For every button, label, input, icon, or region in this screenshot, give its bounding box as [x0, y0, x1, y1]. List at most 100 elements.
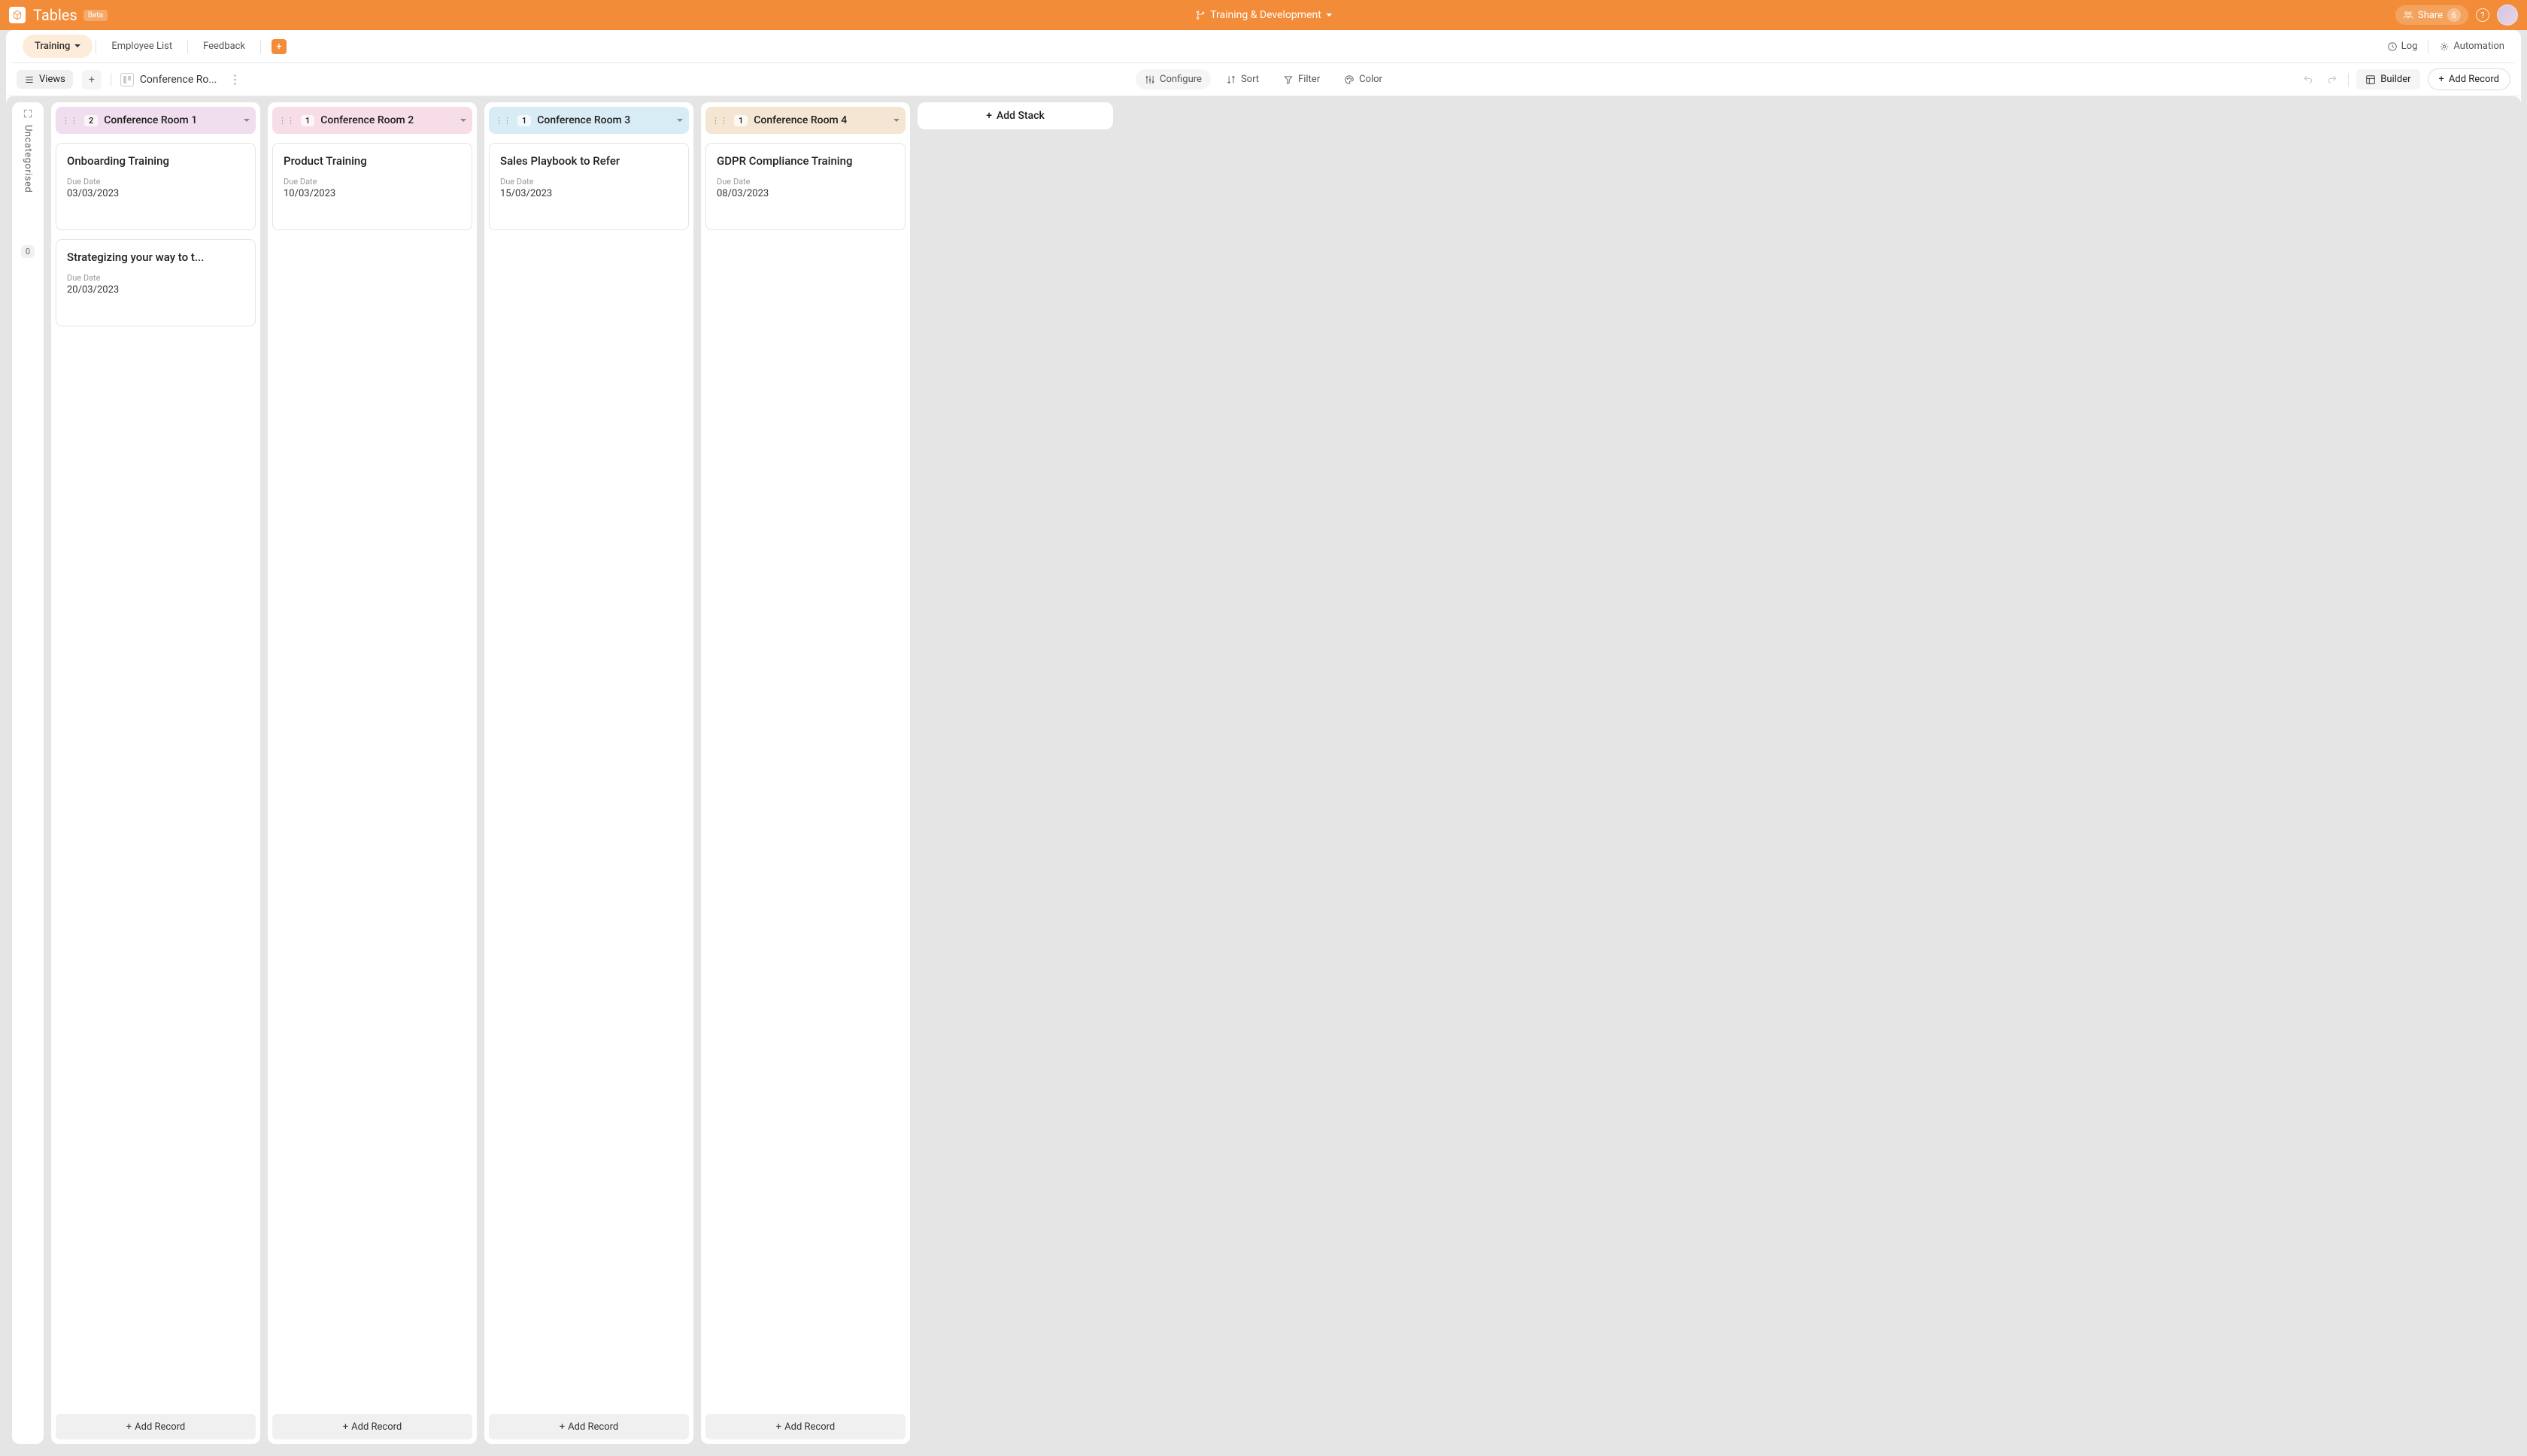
cards-list: Product Training Due Date10/03/2023 — [272, 134, 472, 1409]
undo-icon — [2303, 74, 2313, 85]
plus-icon: + — [776, 1421, 781, 1433]
clock-icon — [2387, 41, 2398, 52]
share-button[interactable]: Share 6 — [2395, 5, 2468, 25]
add-stack-button[interactable]: +Add Stack — [918, 102, 1113, 129]
card[interactable]: GDPR Compliance Training Due Date08/03/20… — [705, 143, 906, 230]
plus-icon: + — [986, 110, 992, 122]
plus-icon: + — [560, 1421, 565, 1433]
help-button[interactable]: ? — [2476, 8, 2489, 22]
filter-button[interactable]: Filter — [1274, 69, 1329, 89]
views-button[interactable]: Views — [17, 70, 73, 89]
people-icon — [2403, 10, 2413, 20]
stack-header[interactable]: ⋮⋮ 2 Conference Room 1 — [56, 107, 256, 134]
beta-badge: Beta — [83, 10, 108, 21]
top-header: Tables Beta Training & Development Share… — [0, 0, 2527, 30]
expand-icon[interactable] — [23, 108, 33, 119]
stack-name: Conference Room 1 — [104, 114, 197, 126]
tab-bar: Training Employee List Feedback + Log Au… — [12, 30, 2515, 63]
undo-button[interactable] — [2300, 71, 2316, 88]
tab-training[interactable]: Training — [23, 35, 93, 58]
log-button[interactable]: Log — [2387, 41, 2418, 52]
branch-icon — [1195, 10, 1206, 20]
stack-header[interactable]: ⋮⋮ 1 Conference Room 2 — [272, 107, 472, 134]
layout-icon — [2365, 74, 2376, 85]
project-switcher[interactable]: Training & Development — [1195, 9, 1332, 21]
card[interactable]: Onboarding TrainingDue Date03/03/2023 — [56, 143, 256, 230]
cards-list: Sales Playbook to ReferDue Date15/03/202… — [489, 134, 689, 1409]
stack-count: 2 — [84, 115, 98, 126]
add-view-button[interactable]: + — [82, 70, 102, 89]
add-record-stack-button[interactable]: +Add Record — [489, 1414, 689, 1439]
due-date-label: Due Date — [284, 177, 461, 187]
app-title: Tables — [33, 6, 77, 24]
board-area: Uncategorised 0 ⋮⋮ 2 Conference Room 1 Onbo… — [6, 96, 2521, 1450]
filter-icon — [1283, 74, 1294, 85]
add-record-button[interactable]: + Add Record — [2428, 68, 2511, 90]
chevron-down-icon[interactable] — [677, 114, 683, 126]
add-tab-button[interactable]: + — [272, 39, 287, 54]
stack-count: 1 — [301, 115, 314, 126]
chevron-down-icon — [74, 41, 80, 52]
list-icon — [24, 74, 35, 85]
card-title: Sales Playbook to Refer — [500, 154, 678, 168]
drag-handle-icon[interactable]: ⋮⋮ — [62, 116, 78, 126]
cards-list: Onboarding TrainingDue Date03/03/2023 Str… — [56, 134, 256, 1409]
stack-header[interactable]: ⋮⋮1Conference Room 3 — [489, 107, 689, 134]
stack-count: 1 — [734, 115, 748, 126]
share-label: Share — [2418, 10, 2443, 21]
stack-name: Conference Room 2 — [320, 114, 414, 126]
app-logo[interactable] — [9, 7, 26, 23]
chevron-down-icon[interactable] — [244, 114, 250, 126]
stack: ⋮⋮1Conference Room 3 Sales Playbook to Re… — [484, 102, 693, 1444]
chevron-down-icon[interactable] — [460, 114, 466, 126]
redo-button[interactable] — [2324, 71, 2340, 88]
stack-header[interactable]: ⋮⋮1Conference Room 4 — [705, 107, 906, 134]
redo-icon — [2327, 74, 2337, 85]
drag-handle-icon[interactable]: ⋮⋮ — [711, 116, 728, 126]
due-date-value: 15/03/2023 — [500, 188, 678, 199]
add-record-stack-button[interactable]: +Add Record — [705, 1414, 906, 1439]
sort-button[interactable]: Sort — [1217, 69, 1268, 89]
palette-icon — [1344, 74, 1355, 85]
plus-icon: + — [126, 1421, 132, 1433]
cube-icon — [12, 10, 23, 20]
add-record-stack-button[interactable]: +Add Record — [56, 1414, 256, 1439]
uncategorised-count: 0 — [21, 245, 35, 258]
chevron-down-icon — [1326, 9, 1332, 21]
view-more-button[interactable]: ⋮ — [226, 69, 244, 89]
tab-employee-list[interactable]: Employee List — [99, 35, 184, 58]
uncategorised-rail[interactable]: Uncategorised 0 — [12, 102, 44, 1444]
card[interactable]: Sales Playbook to ReferDue Date15/03/202… — [489, 143, 689, 230]
automation-button[interactable]: Automation — [2439, 41, 2504, 52]
due-date-value: 10/03/2023 — [284, 188, 461, 199]
tab-feedback[interactable]: Feedback — [191, 35, 257, 58]
card-title: Product Training — [284, 154, 461, 168]
stack-name: Conference Room 3 — [537, 114, 630, 126]
configure-button[interactable]: Configure — [1136, 69, 1211, 89]
plus-icon: + — [343, 1421, 348, 1433]
due-date-label: Due Date — [717, 177, 894, 187]
add-record-stack-button[interactable]: +Add Record — [272, 1414, 472, 1439]
card[interactable]: Product Training Due Date10/03/2023 — [272, 143, 472, 230]
sort-icon — [1226, 74, 1236, 85]
stack: ⋮⋮ 2 Conference Room 1 Onboarding TrainingD… — [51, 102, 260, 1444]
stack: ⋮⋮ 1 Conference Room 2 Product Training Due … — [268, 102, 477, 1444]
color-button[interactable]: Color — [1335, 69, 1391, 89]
uncategorised-label: Uncategorised — [23, 125, 34, 193]
drag-handle-icon[interactable]: ⋮⋮ — [495, 116, 511, 126]
builder-button[interactable]: Builder — [2356, 69, 2419, 89]
drag-handle-icon[interactable]: ⋮⋮ — [278, 116, 295, 126]
cards-list: GDPR Compliance Training Due Date08/03/20… — [705, 134, 906, 1409]
user-avatar[interactable] — [2497, 5, 2518, 26]
view-toolbar: Views + Conference Ro... ⋮ Configure Sor… — [6, 63, 2521, 96]
due-date-value: 08/03/2023 — [717, 188, 894, 199]
card-title: GDPR Compliance Training — [717, 154, 894, 168]
separator — [187, 40, 188, 53]
card[interactable]: Strategizing your way to t...Due Date20/… — [56, 239, 256, 326]
share-count: 6 — [2447, 8, 2461, 22]
view-name[interactable]: Conference Ro... — [120, 73, 217, 86]
due-date-label: Due Date — [67, 273, 244, 283]
kanban-icon — [120, 73, 134, 86]
chevron-down-icon[interactable] — [893, 114, 899, 126]
due-date-label: Due Date — [67, 177, 244, 187]
